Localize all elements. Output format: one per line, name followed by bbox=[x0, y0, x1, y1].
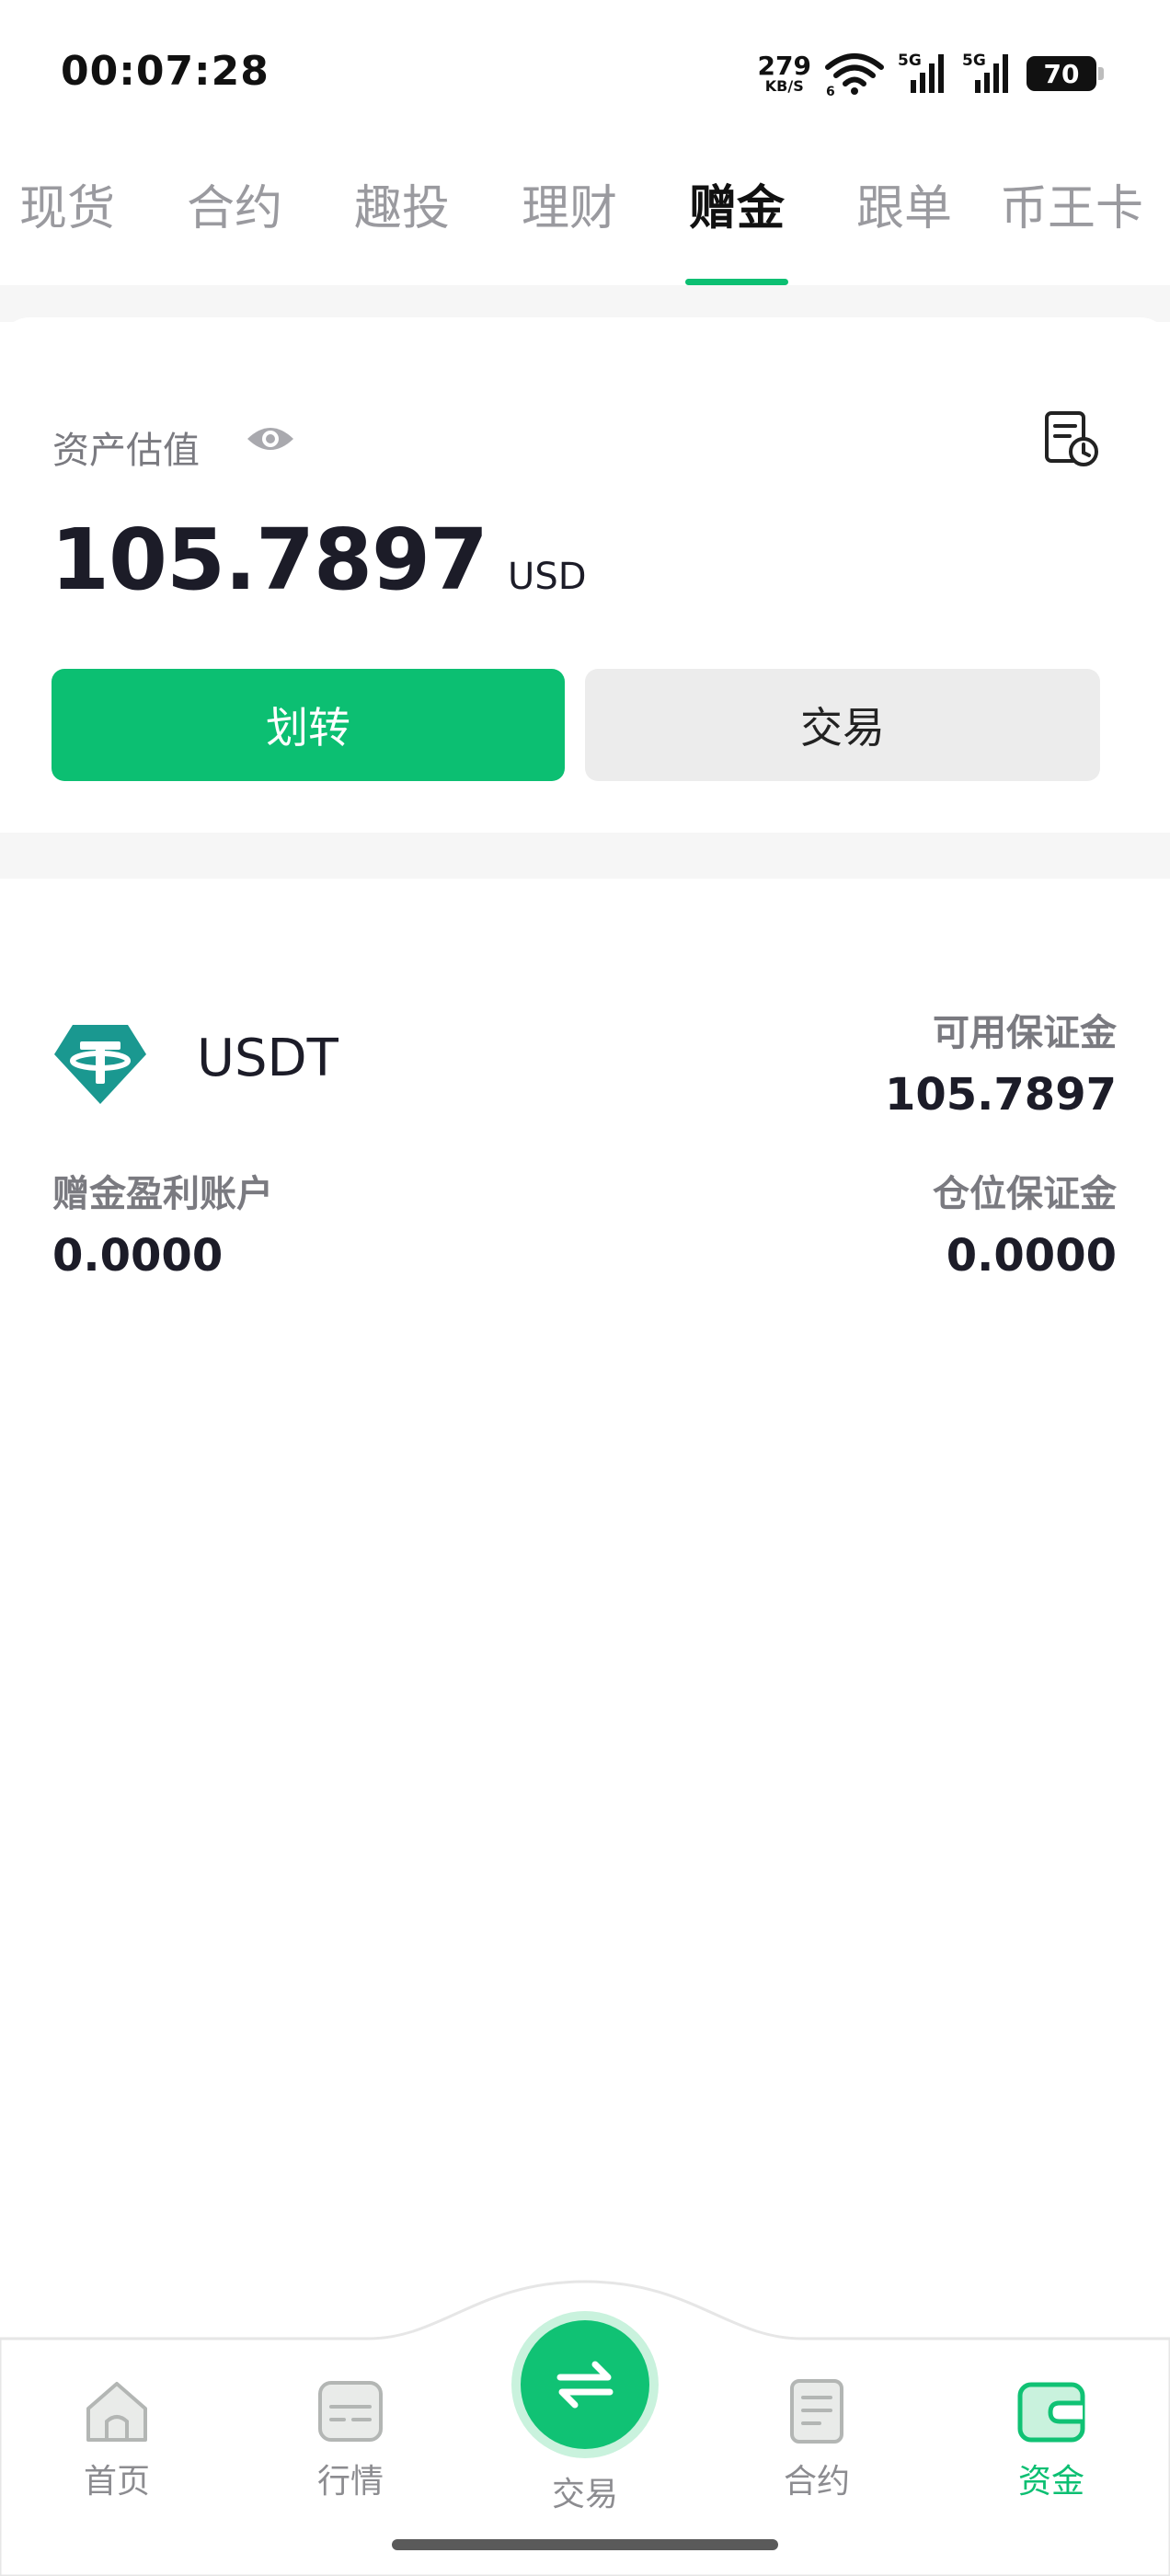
nav-assets[interactable]: 资金 bbox=[978, 2375, 1125, 2502]
section-divider bbox=[0, 285, 1170, 322]
coin-name: USDT bbox=[197, 1029, 338, 1088]
asset-currency: USD bbox=[508, 556, 587, 598]
nav-contract-label: 合约 bbox=[783, 2463, 850, 2501]
network-speed: 279 KB/S bbox=[758, 53, 811, 94]
tab-copy-trade[interactable]: 跟单 bbox=[820, 170, 988, 285]
asset-label: 资产估值 bbox=[52, 430, 200, 472]
tab-wealth[interactable]: 理财 bbox=[486, 170, 653, 285]
available-margin-label: 可用保证金 bbox=[933, 1012, 1117, 1054]
eye-icon[interactable] bbox=[245, 420, 296, 457]
home-icon bbox=[86, 2382, 147, 2442]
bottom-nav: 首页 行情 交易 合约 资金 bbox=[0, 2272, 1170, 2576]
status-time: 00:07:28 bbox=[61, 48, 270, 95]
wifi-icon: 6 bbox=[825, 53, 884, 97]
signal-icon-1: 5G bbox=[898, 52, 944, 93]
swap-icon bbox=[556, 2361, 614, 2409]
nav-home-label: 首页 bbox=[83, 2463, 150, 2501]
status-bar: 00:07:28 279 KB/S 6 5G 5G 70 bbox=[0, 0, 1170, 147]
usdt-icon bbox=[54, 1025, 146, 1104]
tab-contract[interactable]: 合约 bbox=[151, 170, 318, 285]
tab-bonus[interactable]: 赠金 bbox=[653, 170, 820, 285]
market-icon bbox=[318, 2381, 383, 2442]
wallet-icon bbox=[1017, 2382, 1085, 2443]
wifi-sub-label: 6 bbox=[826, 85, 835, 97]
screen: 00:07:28 279 KB/S 6 5G 5G 70 现货 合约 趣投 理财… bbox=[0, 0, 1170, 2576]
nav-assets-label: 资金 bbox=[1017, 2463, 1084, 2501]
signal-icon-2: 5G bbox=[962, 52, 1008, 93]
nav-contract[interactable]: 合约 bbox=[743, 2375, 890, 2502]
signal2-label: 5G bbox=[962, 52, 986, 70]
tab-fun-invest[interactable]: 趣投 bbox=[318, 170, 486, 285]
signal1-label: 5G bbox=[898, 52, 922, 70]
transfer-button[interactable]: 划转 bbox=[52, 669, 565, 781]
bonus-profit-value: 0.0000 bbox=[52, 1230, 224, 1282]
trade-fab-inner bbox=[521, 2320, 649, 2449]
nav-trade-label: 交易 bbox=[551, 2476, 618, 2513]
position-margin-value: 0.0000 bbox=[946, 1230, 1117, 1282]
battery-icon: 70 bbox=[1027, 56, 1104, 91]
position-margin-label: 仓位保证金 bbox=[933, 1173, 1117, 1215]
nav-market-label: 行情 bbox=[316, 2463, 384, 2501]
tab-coin-king-card[interactable]: 币王卡 bbox=[988, 170, 1155, 285]
bonus-profit-label: 赠金盈利账户 bbox=[52, 1173, 273, 1215]
nav-home[interactable]: 首页 bbox=[43, 2375, 190, 2502]
contract-icon bbox=[790, 2379, 843, 2444]
asset-card: 资产估值 105.7897 USD 划转 交易 bbox=[0, 317, 1170, 833]
asset-value: 105.7897 bbox=[51, 511, 488, 609]
bonus-account-card: USDT 可用保证金 105.7897 赠金盈利账户 0.0000 仓位保证金 … bbox=[0, 879, 1170, 1357]
history-icon[interactable] bbox=[1039, 408, 1104, 472]
asset-value-row: 105.7897 USD bbox=[51, 511, 587, 609]
network-speed-value: 279 bbox=[757, 51, 811, 81]
trade-button[interactable]: 交易 bbox=[585, 669, 1100, 781]
network-speed-unit: KB/S bbox=[764, 77, 804, 95]
battery-level: 70 bbox=[1043, 58, 1080, 89]
tab-spot[interactable]: 现货 bbox=[0, 170, 151, 285]
available-margin-value: 105.7897 bbox=[884, 1069, 1117, 1121]
trade-fab[interactable] bbox=[511, 2311, 659, 2458]
nav-market[interactable]: 行情 bbox=[277, 2375, 424, 2502]
status-icons: 279 KB/S 6 5G 5G 70 bbox=[758, 48, 1104, 99]
home-indicator[interactable] bbox=[392, 2539, 778, 2550]
nav-trade[interactable]: 交易 bbox=[511, 2311, 659, 2515]
category-tabs: 现货 合约 趣投 理财 赠金 跟单 币王卡 bbox=[0, 170, 1155, 285]
section-divider-2 bbox=[0, 833, 1170, 879]
